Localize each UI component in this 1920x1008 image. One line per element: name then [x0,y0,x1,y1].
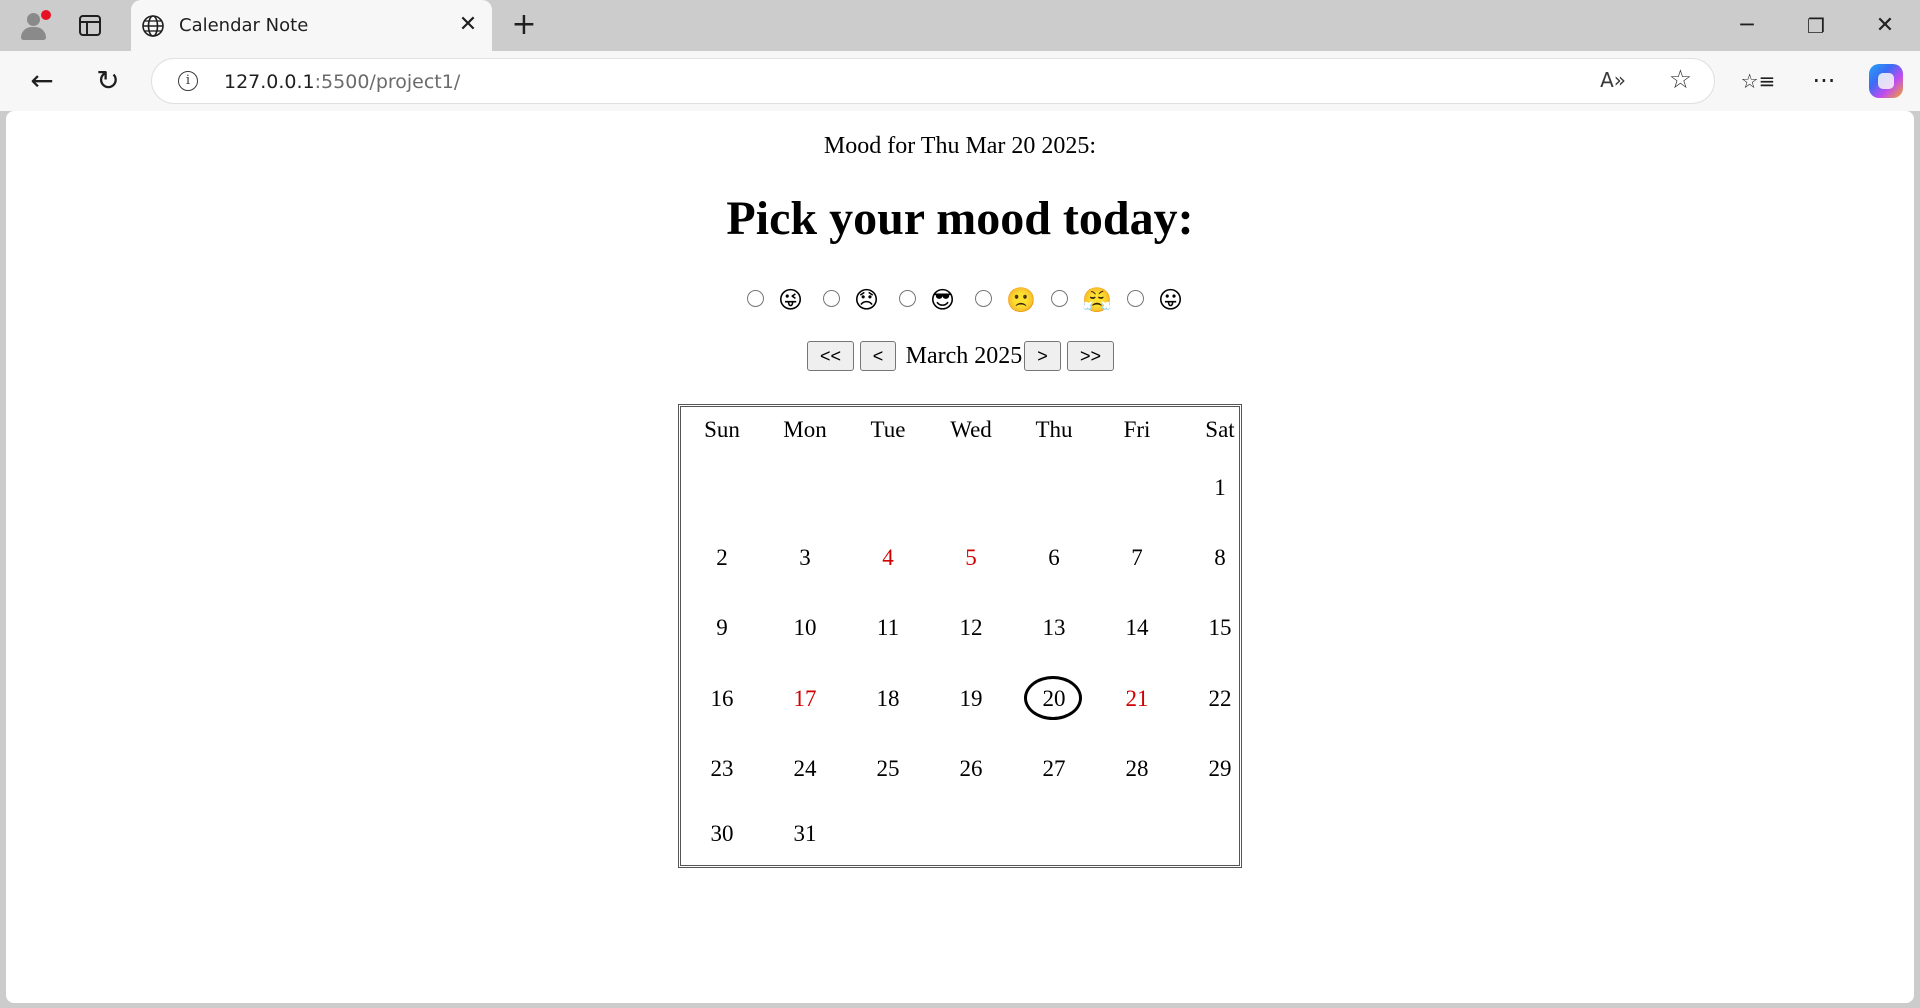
calendar-day[interactable]: 17 [764,684,846,714]
mood-radio[interactable] [747,290,764,307]
address-bar[interactable]: i 127.0.0.1:5500/project1/ A» ☆ [151,58,1715,104]
calendar-day[interactable]: 1 [1179,473,1261,503]
tab-title: Calendar Note [179,15,309,36]
calendar-day[interactable]: 22 [1179,684,1261,714]
calendar-day[interactable]: 30 [681,819,763,849]
url-text[interactable]: 127.0.0.1:5500/project1/ [224,71,460,93]
calendar-day[interactable]: 6 [1013,543,1095,573]
prev-month-button[interactable]: < [860,341,896,371]
tab-strip: Calendar Note ✕ + ─ ❐ ✕ [0,0,1920,51]
back-icon[interactable]: ← [23,62,61,100]
calendar-day[interactable]: 2 [681,543,763,573]
month-navigation: << < March 2025 > >> [6,341,1914,375]
next-year-button[interactable]: >> [1067,341,1114,371]
calendar-day[interactable]: 25 [847,754,929,784]
calendar-day[interactable]: 21 [1096,684,1178,714]
calendar-day[interactable]: 12 [930,613,1012,643]
calendar-table: Sun Mon Tue Wed Thu Fri Sat 1 2 3 4 5 6 7 8 9 10 11 12 13 1… [678,404,1242,868]
calendar-day-today[interactable]: 20 [1013,676,1095,720]
mood-radio[interactable] [823,290,840,307]
refresh-icon[interactable]: ↻ [89,62,127,100]
calendar-day[interactable]: 27 [1013,754,1095,784]
weekday-header-cell: Fri [1123,417,1151,442]
next-month-button[interactable]: > [1024,341,1061,371]
mood-emoji-icon: 😤 [1082,286,1112,314]
favorites-icon[interactable]: ☆≡ [1739,62,1777,100]
mood-date-label: Mood for Thu Mar 20 2025: [823,133,1097,159]
mood-emoji-icon: 🙁 [1006,286,1036,314]
mood-emoji-icon: 😜 [778,286,804,314]
restore-icon[interactable]: ❐ [1793,10,1839,42]
weekday-header-cell: Sun [704,417,740,442]
favorite-star-icon[interactable]: ☆ [1669,65,1692,95]
weekday-header: Sun Mon Tue Wed Thu Fri Sat [681,407,1239,457]
new-tab-button[interactable]: + [510,10,538,40]
globe-icon [142,15,164,37]
calendar-day[interactable]: 4 [847,543,929,573]
calendar-day[interactable]: 24 [764,754,846,784]
mood-radio[interactable] [975,290,992,307]
calendar-day[interactable]: 28 [1096,754,1178,784]
mood-radio[interactable] [1127,290,1144,307]
mood-radio[interactable] [899,290,916,307]
calendar-day[interactable]: 31 [764,819,846,849]
calendar-day[interactable]: 18 [847,684,929,714]
close-icon[interactable]: ✕ [1862,10,1908,42]
calendar-day[interactable]: 8 [1179,543,1261,573]
calendar-day[interactable]: 3 [764,543,846,573]
workspaces-icon[interactable] [79,15,101,36]
mood-radio[interactable] [1051,290,1068,307]
read-aloud-icon[interactable]: A» [1600,68,1626,92]
weekday-header-cell: Sat [1205,417,1235,442]
calendar-day[interactable]: 13 [1013,613,1095,643]
calendar-day[interactable]: 23 [681,754,763,784]
more-icon[interactable]: ··· [1805,62,1843,100]
profile-icon[interactable] [16,9,52,43]
calendar-day[interactable]: 10 [764,613,846,643]
copilot-icon[interactable] [1869,64,1903,98]
weekday-header-cell: Mon [783,417,827,442]
browser-toolbar: ← ↻ i 127.0.0.1:5500/project1/ A» ☆ ☆≡ ·… [0,51,1920,111]
weekday-header-cell: Thu [1035,417,1073,442]
calendar-day[interactable]: 11 [847,613,929,643]
info-icon[interactable]: i [178,71,198,91]
calendar-day[interactable]: 7 [1096,543,1178,573]
calendar-day[interactable]: 16 [681,684,763,714]
calendar-day[interactable]: 19 [930,684,1012,714]
mood-emoji-icon: 😛 [1158,286,1184,314]
weekday-header-cell: Tue [870,417,906,442]
window-bottom-edge [0,1003,1920,1008]
calendar-day[interactable]: 15 [1179,613,1261,643]
prev-year-button[interactable]: << [807,341,854,371]
page-viewport: Mood for Thu Mar 20 2025: Pick your mood… [6,111,1914,1003]
calendar-day[interactable]: 29 [1179,754,1261,784]
month-label: March 2025 [905,343,1023,369]
weekday-header-cell: Wed [950,417,992,442]
calendar-day[interactable]: 26 [930,754,1012,784]
active-tab[interactable]: Calendar Note ✕ [131,0,492,51]
mood-emoji-icon: 😞 [854,286,880,314]
mood-emoji-icon: 😎 [930,286,956,314]
calendar-day[interactable]: 5 [930,543,1012,573]
calendar-day[interactable]: 14 [1096,613,1178,643]
calendar-day[interactable]: 9 [681,613,763,643]
close-tab-icon[interactable]: ✕ [457,14,479,36]
minimize-icon[interactable]: ─ [1724,10,1770,42]
page-heading: Pick your mood today: [726,192,1194,245]
